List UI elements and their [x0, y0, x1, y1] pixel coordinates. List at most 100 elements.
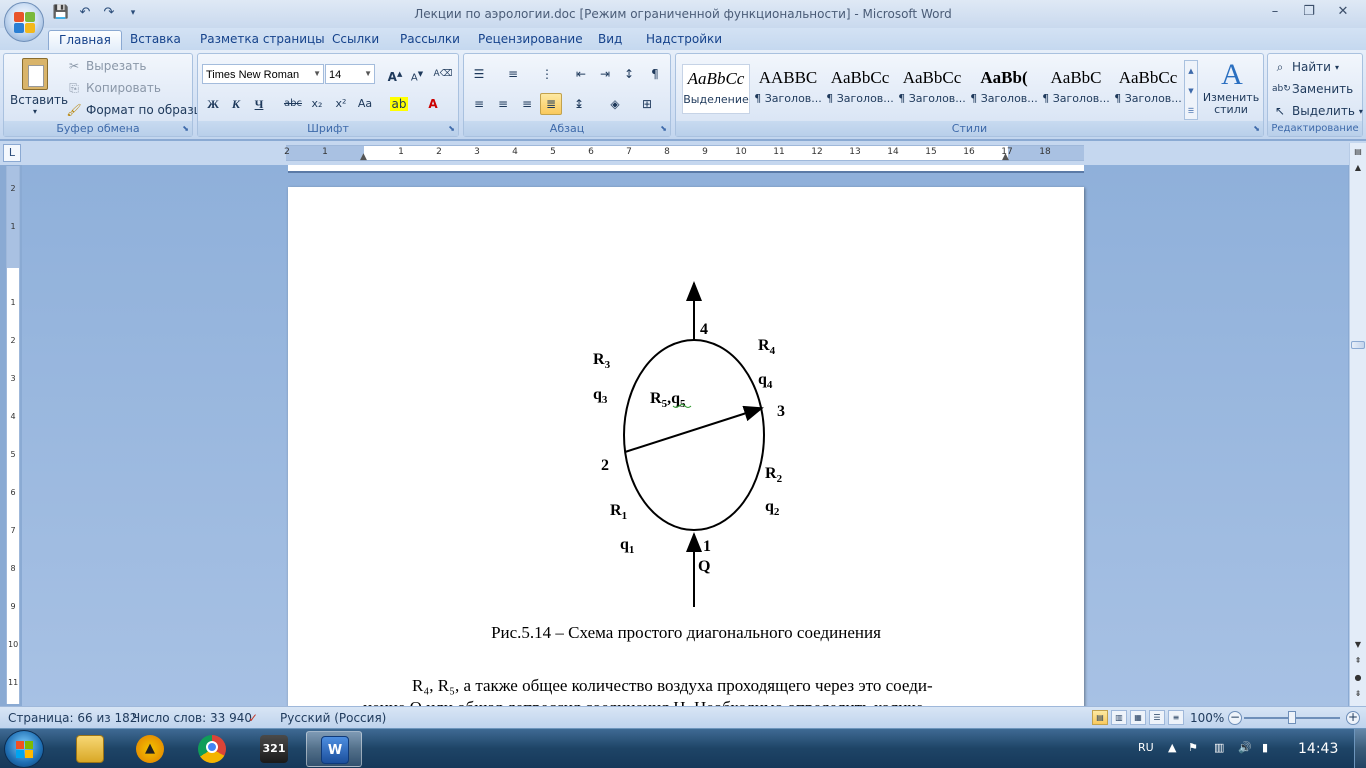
italic-button[interactable]: К: [225, 93, 247, 115]
underline-button[interactable]: Ч: [248, 93, 270, 115]
increase-indent-icon[interactable]: ⇥: [594, 63, 616, 85]
web-layout-view-button[interactable]: ▦: [1130, 710, 1146, 725]
style-heading-2[interactable]: AaBbCc ¶ Заголов...: [826, 64, 894, 114]
style-heading-4[interactable]: AaBb( ¶ Заголов...: [970, 64, 1038, 114]
paste-dropdown-icon[interactable]: ▾: [10, 107, 60, 116]
numbering-icon[interactable]: ≡: [502, 63, 524, 85]
bold-button[interactable]: Ж: [202, 93, 224, 115]
next-page-icon[interactable]: ⇟: [1352, 689, 1364, 698]
battery-icon[interactable]: ▮: [1262, 741, 1268, 754]
align-center-icon[interactable]: ≡: [492, 93, 514, 115]
close-button[interactable]: ✕: [1326, 2, 1360, 22]
word-count[interactable]: Число слов: 33 940: [132, 711, 252, 725]
horizontal-ruler[interactable]: 2 1 1 2 3 4 5 6 7 8 9 10 11 12 13 14 15 …: [284, 145, 1084, 162]
zoom-out-icon[interactable]: −: [1228, 711, 1242, 725]
minimize-button[interactable]: –: [1258, 2, 1292, 22]
tab-home[interactable]: Главная: [48, 30, 122, 50]
taskbar-chrome[interactable]: [184, 731, 240, 767]
maximize-button[interactable]: ❐: [1292, 2, 1326, 22]
shrink-font-icon[interactable]: A▼: [406, 63, 428, 85]
zoom-slider-thumb[interactable]: [1288, 711, 1296, 724]
draft-view-button[interactable]: ≡: [1168, 710, 1184, 725]
tab-mailings[interactable]: Рассылки: [390, 30, 470, 50]
clear-formatting-icon[interactable]: A⌫: [432, 63, 454, 85]
full-screen-reading-view-button[interactable]: ▥: [1111, 710, 1127, 725]
paste-button[interactable]: Вставить ▾: [10, 58, 68, 116]
font-launcher-icon[interactable]: ⬊: [448, 124, 455, 133]
tab-selector-icon[interactable]: L: [3, 144, 21, 162]
browse-object-icon[interactable]: ●: [1352, 673, 1364, 682]
select-button[interactable]: ↖ Выделить ▾: [1272, 101, 1363, 121]
taskbar-media-player[interactable]: 321: [246, 731, 302, 767]
format-painter-button[interactable]: 🖌 Формат по образцу: [66, 100, 209, 120]
decrease-indent-icon[interactable]: ⇤: [570, 63, 592, 85]
right-indent-marker[interactable]: ▲: [1002, 152, 1009, 162]
line-spacing-icon[interactable]: ↨: [568, 93, 590, 115]
multilevel-list-icon[interactable]: ⋮: [536, 63, 558, 85]
change-case-button[interactable]: Aa: [354, 93, 376, 115]
start-button[interactable]: [4, 730, 44, 768]
align-left-icon[interactable]: ≡: [468, 93, 490, 115]
style-heading-1[interactable]: AABBC ¶ Заголов...: [754, 64, 822, 114]
shading-icon[interactable]: ◈: [604, 93, 626, 115]
office-button[interactable]: [4, 2, 44, 42]
change-styles-button[interactable]: A Изменить стили: [1202, 58, 1262, 116]
cut-button[interactable]: ✂ Вырезать: [66, 56, 147, 76]
style-heading-6[interactable]: AaBbCc ¶ Заголов...: [1114, 64, 1182, 114]
copy-button[interactable]: ⎘ Копировать: [66, 78, 161, 98]
previous-page-icon[interactable]: ⇞: [1352, 656, 1364, 665]
action-center-icon[interactable]: ⚑: [1188, 741, 1198, 754]
scroll-down-icon[interactable]: ▼: [1352, 640, 1364, 649]
view-ruler-icon[interactable]: ▤: [1352, 147, 1364, 156]
grow-font-icon[interactable]: A▲: [384, 63, 406, 85]
scroll-thumb[interactable]: [1351, 341, 1365, 349]
zoom-level[interactable]: 100%: [1190, 711, 1224, 725]
spelling-check-icon[interactable]: ✓: [248, 711, 258, 725]
tab-insert[interactable]: Вставка: [120, 30, 191, 50]
zoom-in-icon[interactable]: +: [1346, 711, 1360, 725]
language-indicator[interactable]: Русский (Россия): [280, 711, 386, 725]
taskbar-explorer[interactable]: [62, 731, 118, 767]
styles-scroll[interactable]: ▲ ▼ ☰: [1184, 60, 1198, 120]
style-emphasis[interactable]: AaBbCc Выделение: [682, 64, 750, 114]
styles-launcher-icon[interactable]: ⬊: [1253, 124, 1260, 133]
highlight-icon[interactable]: ab: [388, 93, 410, 115]
tab-references[interactable]: Ссылки: [322, 30, 389, 50]
style-heading-5[interactable]: AaBbC ¶ Заголов...: [1042, 64, 1110, 114]
align-right-icon[interactable]: ≡: [516, 93, 538, 115]
input-language-indicator[interactable]: RU: [1138, 741, 1154, 754]
volume-icon[interactable]: 🔊: [1238, 741, 1252, 754]
borders-icon[interactable]: ⊞: [636, 93, 658, 115]
sort-icon[interactable]: ↕: [618, 63, 640, 85]
bullets-icon[interactable]: ☰: [468, 63, 490, 85]
system-clock[interactable]: 14:43: [1298, 741, 1338, 757]
tab-view[interactable]: Вид: [588, 30, 632, 50]
taskbar-aimp[interactable]: ▲: [122, 731, 178, 767]
justify-icon[interactable]: ≣: [540, 93, 562, 115]
document-area[interactable]: 4 3 2 1 Q R3 q3 R4 q4 R2 q2 R1 q1 R5,q5: [22, 165, 1348, 706]
find-button[interactable]: ⌕ Найти ▾: [1272, 57, 1339, 77]
taskbar-word[interactable]: W: [306, 731, 362, 767]
font-size-select[interactable]: 14 ▼: [325, 64, 375, 84]
strikethrough-button[interactable]: abc: [282, 93, 304, 115]
print-layout-view-button[interactable]: ▤: [1092, 710, 1108, 725]
scroll-up-icon[interactable]: ▲: [1352, 163, 1364, 172]
paragraph-launcher-icon[interactable]: ⬊: [660, 124, 667, 133]
clipboard-launcher-icon[interactable]: ⬊: [182, 124, 189, 133]
network-icon[interactable]: ▥: [1214, 741, 1224, 754]
superscript-button[interactable]: x²: [330, 93, 352, 115]
show-hidden-icons-icon[interactable]: ▲: [1168, 741, 1176, 754]
style-heading-3[interactable]: AaBbCc ¶ Заголов...: [898, 64, 966, 114]
vertical-scrollbar[interactable]: ▤ ▲ ▼ ⇞ ● ⇟: [1349, 143, 1366, 706]
show-formatting-icon[interactable]: ¶: [644, 63, 666, 85]
outline-view-button[interactable]: ☰: [1149, 710, 1165, 725]
subscript-button[interactable]: x₂: [306, 93, 328, 115]
vertical-ruler[interactable]: 2 1 1 2 3 4 5 6 7 8 9 10 11: [6, 166, 20, 704]
show-desktop-button[interactable]: [1354, 729, 1366, 768]
replace-button[interactable]: ab↻ Заменить: [1272, 79, 1353, 99]
tab-review[interactable]: Рецензирование: [468, 30, 593, 50]
first-line-indent-marker[interactable]: ▲: [360, 152, 367, 162]
font-name-select[interactable]: Times New Roman ▼: [202, 64, 324, 84]
page-counter[interactable]: Страница: 66 из 182: [8, 711, 137, 725]
font-color-icon[interactable]: A: [422, 93, 444, 115]
